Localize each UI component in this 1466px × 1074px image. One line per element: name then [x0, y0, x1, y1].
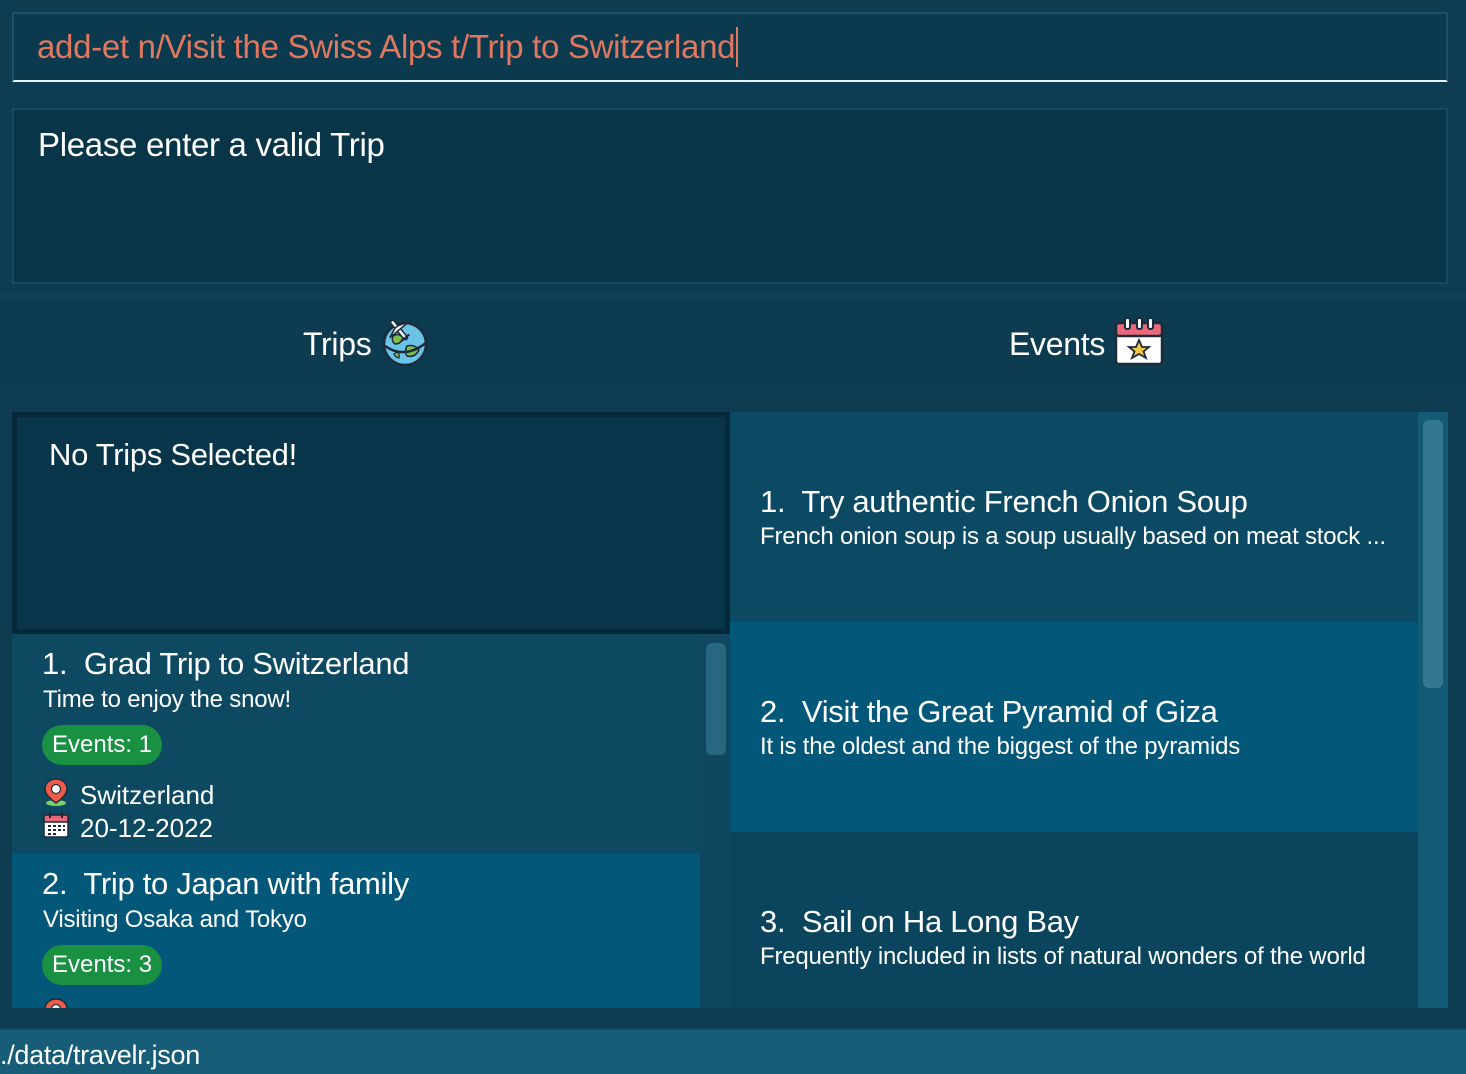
trip-list-scrollbar-thumb[interactable] [706, 643, 726, 755]
calendar-star-icon [1113, 316, 1165, 373]
trip-date-text: 20-12-2022 [80, 813, 213, 843]
event-title-text: Sail on Ha Long Bay [801, 904, 1079, 939]
status-bar: ./data/travelr.json [0, 1028, 1466, 1074]
event-title-text: Visit the Great Pyramid of Giza [801, 694, 1218, 729]
trip-title: 1. Grad Trip to Switzerland [42, 646, 410, 682]
trip-title-text: Trip to Japan with family [83, 866, 409, 901]
trip-title: 2. Trip to Japan with family [42, 866, 409, 902]
status-file-path: ./data/travelr.json [0, 1040, 200, 1070]
globe-airplane-icon [379, 316, 431, 373]
command-input-text[interactable]: add-et n/Visit the Swiss Alps t/Trip to … [37, 28, 735, 66]
event-card[interactable]: 1. Try authentic French Onion Soup Frenc… [730, 412, 1418, 622]
trip-index: 1. [42, 646, 68, 681]
result-display: Please enter a valid Trip [12, 108, 1448, 284]
trip-detail-placeholder: No Trips Selected! [49, 437, 297, 472]
trip-detail-panel: No Trips Selected! [12, 412, 730, 634]
event-title-text: Try authentic French Onion Soup [801, 484, 1248, 519]
calendar-icon [42, 811, 70, 846]
location-pin-icon [42, 997, 70, 1008]
event-description: It is the oldest and the biggest of the … [760, 733, 1241, 760]
trip-list[interactable]: 1. Grad Trip to Switzerland Time to enjo… [12, 634, 730, 1008]
events-header-label: Events [1009, 326, 1106, 362]
trip-location [42, 997, 70, 1008]
result-message: Please enter a valid Trip [38, 126, 385, 163]
trips-header-label: Trips [303, 326, 372, 362]
trip-description: Visiting Osaka and Tokyo [43, 906, 307, 933]
event-card[interactable]: 2. Visit the Great Pyramid of Giza It is… [730, 622, 1418, 832]
event-title: 2. Visit the Great Pyramid of Giza [760, 694, 1218, 730]
event-index: 1. [760, 484, 786, 519]
trip-description: Time to enjoy the snow! [43, 686, 291, 713]
location-pin-icon [42, 777, 70, 814]
trip-card[interactable]: 2. Trip to Japan with family Visiting Os… [12, 854, 700, 1008]
event-title: 3. Sail on Ha Long Bay [760, 904, 1079, 940]
events-count-badge: Events: 3 [42, 945, 163, 985]
trip-card[interactable]: 1. Grad Trip to Switzerland Time to enjo… [12, 634, 700, 854]
trip-location: Switzerland [42, 777, 214, 814]
event-description: French onion soup is a soup usually base… [760, 523, 1386, 550]
event-title: 1. Try authentic French Onion Soup [760, 484, 1248, 520]
events-count-badge: Events: 1 [42, 725, 163, 765]
section-header-bar: Trips Events [0, 298, 1466, 388]
trip-date: 20-12-2022 [42, 811, 213, 846]
event-list[interactable]: 1. Try authentic French Onion Soup Frenc… [730, 412, 1448, 1008]
events-header: Events [1009, 316, 1165, 373]
event-list-scrollbar-thumb[interactable] [1423, 420, 1443, 688]
text-caret [736, 27, 739, 67]
trip-location-text: Switzerland [80, 780, 215, 810]
event-description: Frequently included in lists of natural … [760, 943, 1366, 970]
trips-header: Trips [303, 316, 431, 373]
event-card[interactable]: 3. Sail on Ha Long Bay Frequently includ… [730, 832, 1418, 1008]
event-index: 2. [760, 694, 786, 729]
event-index: 3. [760, 904, 786, 939]
trip-title-text: Grad Trip to Switzerland [83, 646, 410, 681]
command-input[interactable]: add-et n/Visit the Swiss Alps t/Trip to … [12, 12, 1448, 82]
trip-index: 2. [42, 866, 68, 901]
